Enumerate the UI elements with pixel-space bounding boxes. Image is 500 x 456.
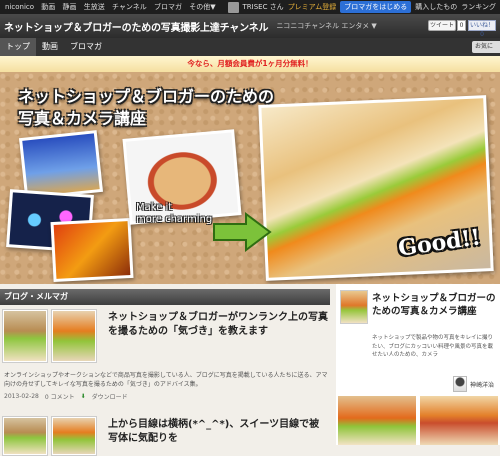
sidebar-description: ネットショップで製品や物の写真をキレイに撮りたい、ブログにカッコいい料理や風景の… [372, 335, 494, 358]
post1-comments[interactable]: 0 コメント [45, 392, 75, 401]
post1-thumb-2[interactable] [51, 309, 97, 363]
channel-header: ネットショップ＆ブロガーのための写真撮影上達チャンネル ニコニコチャンネル エン… [0, 14, 500, 38]
channel-tabs: トップ 動画 ブロマガ お気に [0, 38, 500, 56]
banner-title-line1: ネットショップ＆ブロガーのための [18, 87, 275, 106]
premium-link[interactable]: プレミアム登録 [288, 2, 337, 12]
username[interactable]: TRISEC さん [243, 2, 284, 12]
nav-live[interactable]: 生放送 [84, 3, 105, 11]
banner-title: ネットショップ＆ブロガーのための 写真＆カメラ講座 [18, 86, 274, 130]
sidebar-thumbnail[interactable] [340, 290, 368, 324]
post2-title[interactable]: 上から目線は横柄(*^_^*)、スイーツ目線で被写体に気配りを [108, 418, 328, 446]
sidebar-channel-info: ネットショップ＆ブロガーのための写真＆カメラ講座 ネットショップで製品や物の写真… [336, 284, 500, 445]
global-topbar: niconico 動画 静画 生放送 チャンネル ブロマガ その他▼ TRISE… [0, 0, 500, 14]
channel-banner: ネットショップ＆ブロガーのための 写真＆カメラ講座 Make it more c… [0, 72, 500, 284]
make-text: Make it [136, 202, 173, 213]
sidebar-author[interactable]: 神崎洋治 [452, 376, 494, 392]
start-blomaga-button[interactable]: ブロマガをはじめる [340, 1, 412, 13]
nav-other[interactable]: その他▼ [189, 3, 215, 11]
favorite-button[interactable]: お気に [472, 41, 500, 53]
nav-niconico[interactable]: niconico [5, 3, 34, 11]
post1-title[interactable]: ネットショップ＆ブロガーがワンランク上の写真を撮るための「気づき」を教えます [108, 311, 328, 339]
global-nav: niconico 動画 静画 生放送 チャンネル ブロマガ その他▼ [0, 2, 216, 12]
author-avatar[interactable] [452, 376, 467, 392]
nav-blomaga[interactable]: ブロマガ [154, 3, 182, 11]
post1-thumb-1[interactable] [2, 309, 48, 363]
post2-thumb-2[interactable] [51, 416, 97, 456]
banner-title-line2: 写真＆カメラ講座 [18, 109, 147, 128]
sidebar-images [336, 396, 500, 445]
post1-meta: 2013-02-28 0 コメント ⬇ ダウンロード [4, 392, 128, 401]
nav-seiga[interactable]: 静画 [63, 3, 77, 11]
arrow-right-icon [213, 212, 272, 252]
topbar-user-area: TRISEC さん プレミアム登録 ブロマガをはじめる 購入したもの ランキング [227, 0, 496, 14]
make-charming-text: Make it more charming [136, 202, 212, 226]
sidebar-title[interactable]: ネットショップ＆ブロガーのための写真＆カメラ講座 [372, 292, 498, 318]
channel-title[interactable]: ネットショップ＆ブロガーのための写真撮影上達チャンネル [4, 19, 269, 34]
promo-banner[interactable]: 今なら、月額会員費が1ヶ月分無料！ [0, 56, 500, 72]
post1-description: オンラインショップやオークションなどで商品写真を撮影している人、ブログに写真を掲… [4, 372, 328, 388]
tab-video[interactable]: 動画 [36, 38, 64, 56]
tweet-button[interactable]: ツイート [428, 20, 456, 31]
charming-text: more charming [136, 214, 213, 225]
nav-video[interactable]: 動画 [41, 3, 55, 11]
author-name[interactable]: 神崎洋治 [470, 380, 494, 389]
section-blog-header: ブログ・メルマガ [0, 289, 330, 305]
download-icon[interactable]: ⬇ [81, 393, 86, 400]
post2-thumb-1[interactable] [2, 416, 48, 456]
tab-top[interactable]: トップ [0, 38, 36, 56]
photo-pampas-grass [18, 130, 104, 200]
sidebar-image-1[interactable] [338, 396, 416, 445]
ranking-link[interactable]: ランキング [461, 2, 496, 12]
purchase-link[interactable]: 購入したもの [415, 2, 457, 12]
nav-channel[interactable]: チャンネル [112, 3, 147, 11]
tweet-count: 0 [457, 20, 466, 31]
photo-autumn-leaves [50, 217, 134, 283]
blog-post-1[interactable]: ネットショップ＆ブロガーがワンランク上の写真を撮るための「気づき」を教えます [0, 307, 330, 367]
facebook-like-button[interactable]: いいね！ 0 [468, 20, 496, 38]
channel-category[interactable]: ニコニコチャンネル エンタメ ▼ [276, 21, 376, 31]
sidebar-image-2[interactable] [420, 396, 498, 445]
post1-date: 2013-02-28 [4, 393, 39, 400]
blog-post-2[interactable]: 上から目線は横柄(*^_^*)、スイーツ目線で被写体に気配りを [0, 412, 330, 456]
avatar[interactable] [227, 1, 239, 13]
post1-download[interactable]: ダウンロード [92, 392, 128, 401]
tab-blomaga[interactable]: ブロマガ [64, 38, 108, 56]
